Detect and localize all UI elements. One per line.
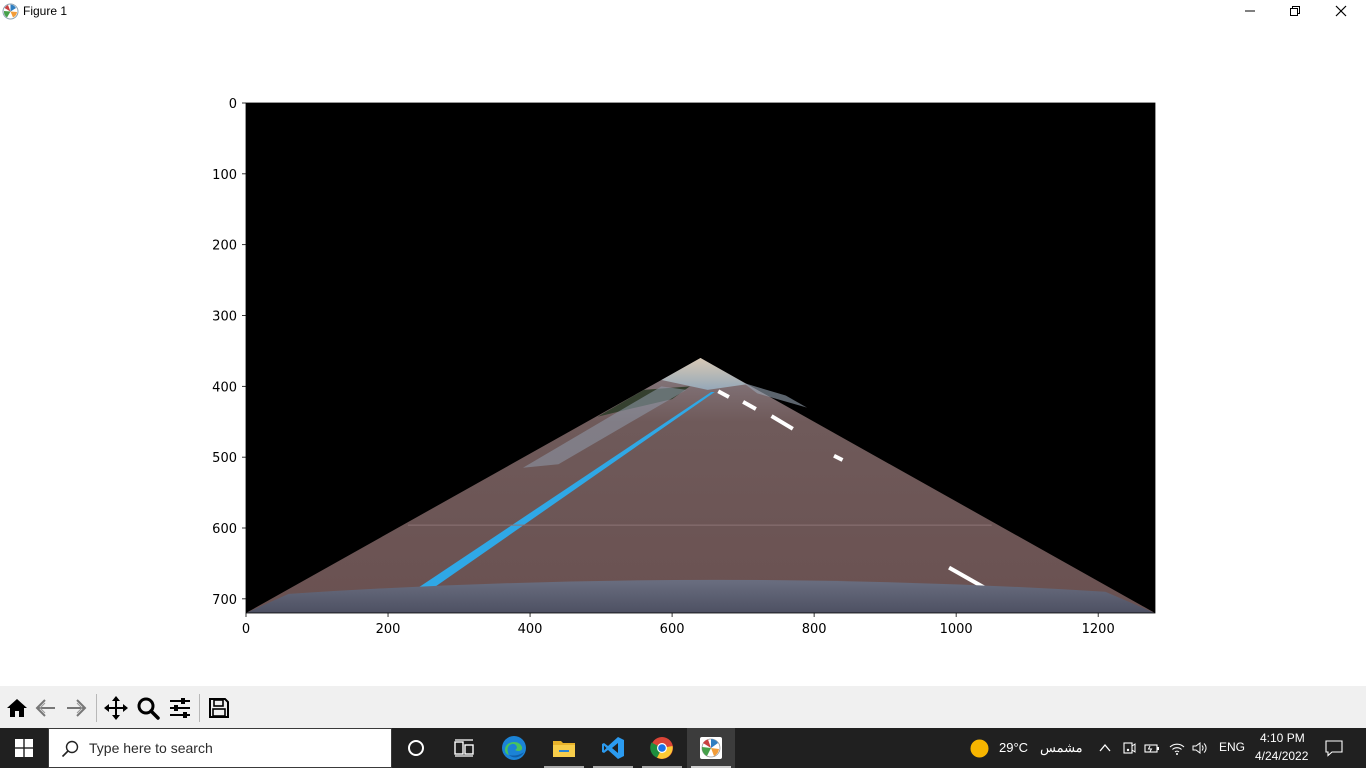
y-tick-label: 300 [212,310,237,325]
file-explorer-button[interactable] [540,728,588,768]
search-icon [61,740,79,762]
restore-icon [1290,6,1300,16]
y-tick-label: 700 [212,593,237,608]
weather-sun-icon[interactable] [970,739,989,758]
home-button[interactable] [2,693,32,723]
pan-icon [104,696,128,720]
y-tick-label: 400 [212,380,237,395]
restore-button[interactable] [1272,0,1318,22]
battery-icon[interactable] [1144,740,1160,756]
matplotlib-app-icon [2,3,19,20]
y-tick-label: 200 [212,239,237,254]
x-tick-label: 1200 [1082,622,1115,637]
search-box[interactable]: Type here to search [48,728,392,768]
x-tick-label: 1000 [940,622,973,637]
notifications-icon[interactable] [1325,739,1343,757]
cortana-button[interactable] [392,728,440,768]
y-tick-label: 100 [212,168,237,183]
window-title: Figure 1 [23,4,68,18]
x-tick-label: 400 [518,622,543,637]
matplotlib-taskbar-button[interactable] [687,728,735,768]
search-placeholder: Type here to search [89,740,213,756]
toolbar-separator [199,694,200,722]
start-button[interactable] [0,728,48,768]
x-tick-label: 200 [376,622,401,637]
minimize-icon [1245,10,1255,12]
taskbar: Type here to search 29°C مشمس ENG 4:10 P… [0,728,1366,768]
configure-subplots-button[interactable] [165,693,195,723]
home-icon [7,699,27,717]
back-button[interactable] [31,693,61,723]
x-tick-label: 600 [660,622,685,637]
window-title-bar: Figure 1 [0,0,1366,24]
zoom-button[interactable] [133,693,163,723]
save-icon [209,698,229,718]
volume-icon[interactable] [1192,740,1208,756]
show-hidden-icons-chevron-icon[interactable] [1097,740,1113,756]
cortana-icon [408,740,424,756]
task-view-icon [454,739,474,757]
vscode-icon [602,737,624,759]
meet-now-icon[interactable] [1121,740,1137,756]
weather-condition[interactable]: مشمس [1040,740,1083,756]
chrome-button[interactable] [638,728,686,768]
save-button[interactable] [204,693,234,723]
vscode-button[interactable] [589,728,637,768]
windows-logo-icon [15,739,33,757]
close-button[interactable] [1318,0,1364,22]
pan-button[interactable] [101,693,131,723]
file-explorer-icon [553,741,575,757]
y-tick-label: 0 [229,97,237,112]
toolbar-separator [96,694,97,722]
forward-button[interactable] [61,693,91,723]
language-indicator[interactable]: ENG [1219,740,1245,754]
forward-icon [67,699,87,717]
y-tick-label: 600 [212,522,237,537]
configure-subplots-icon [170,698,190,718]
task-view-button[interactable] [440,728,488,768]
clock-date[interactable]: 4/24/2022 [1255,749,1308,763]
y-tick-label: 500 [212,451,237,466]
image-plot[interactable]: 0 200 400 600 800 1000 1200 0 100 200 300 400 500 600… [0,24,1366,686]
zoom-icon [137,697,160,720]
x-tick-label: 800 [802,622,827,637]
figure-canvas[interactable]: 0 200 400 600 800 1000 1200 0 100 200 300 400 500 600… [0,24,1366,686]
clock-time[interactable]: 4:10 PM [1260,731,1305,745]
wifi-icon[interactable] [1169,740,1185,756]
navigation-toolbar [0,686,1366,728]
masked-road-image [246,103,1155,613]
close-icon [1335,5,1347,17]
matplotlib-icon [700,737,722,759]
edge-button[interactable] [490,728,538,768]
x-tick-label: 0 [242,622,250,637]
chrome-icon [650,737,673,759]
edge-icon [502,736,526,760]
weather-temperature[interactable]: 29°C [999,740,1028,755]
minimize-button[interactable] [1227,0,1273,22]
back-icon [35,699,55,717]
